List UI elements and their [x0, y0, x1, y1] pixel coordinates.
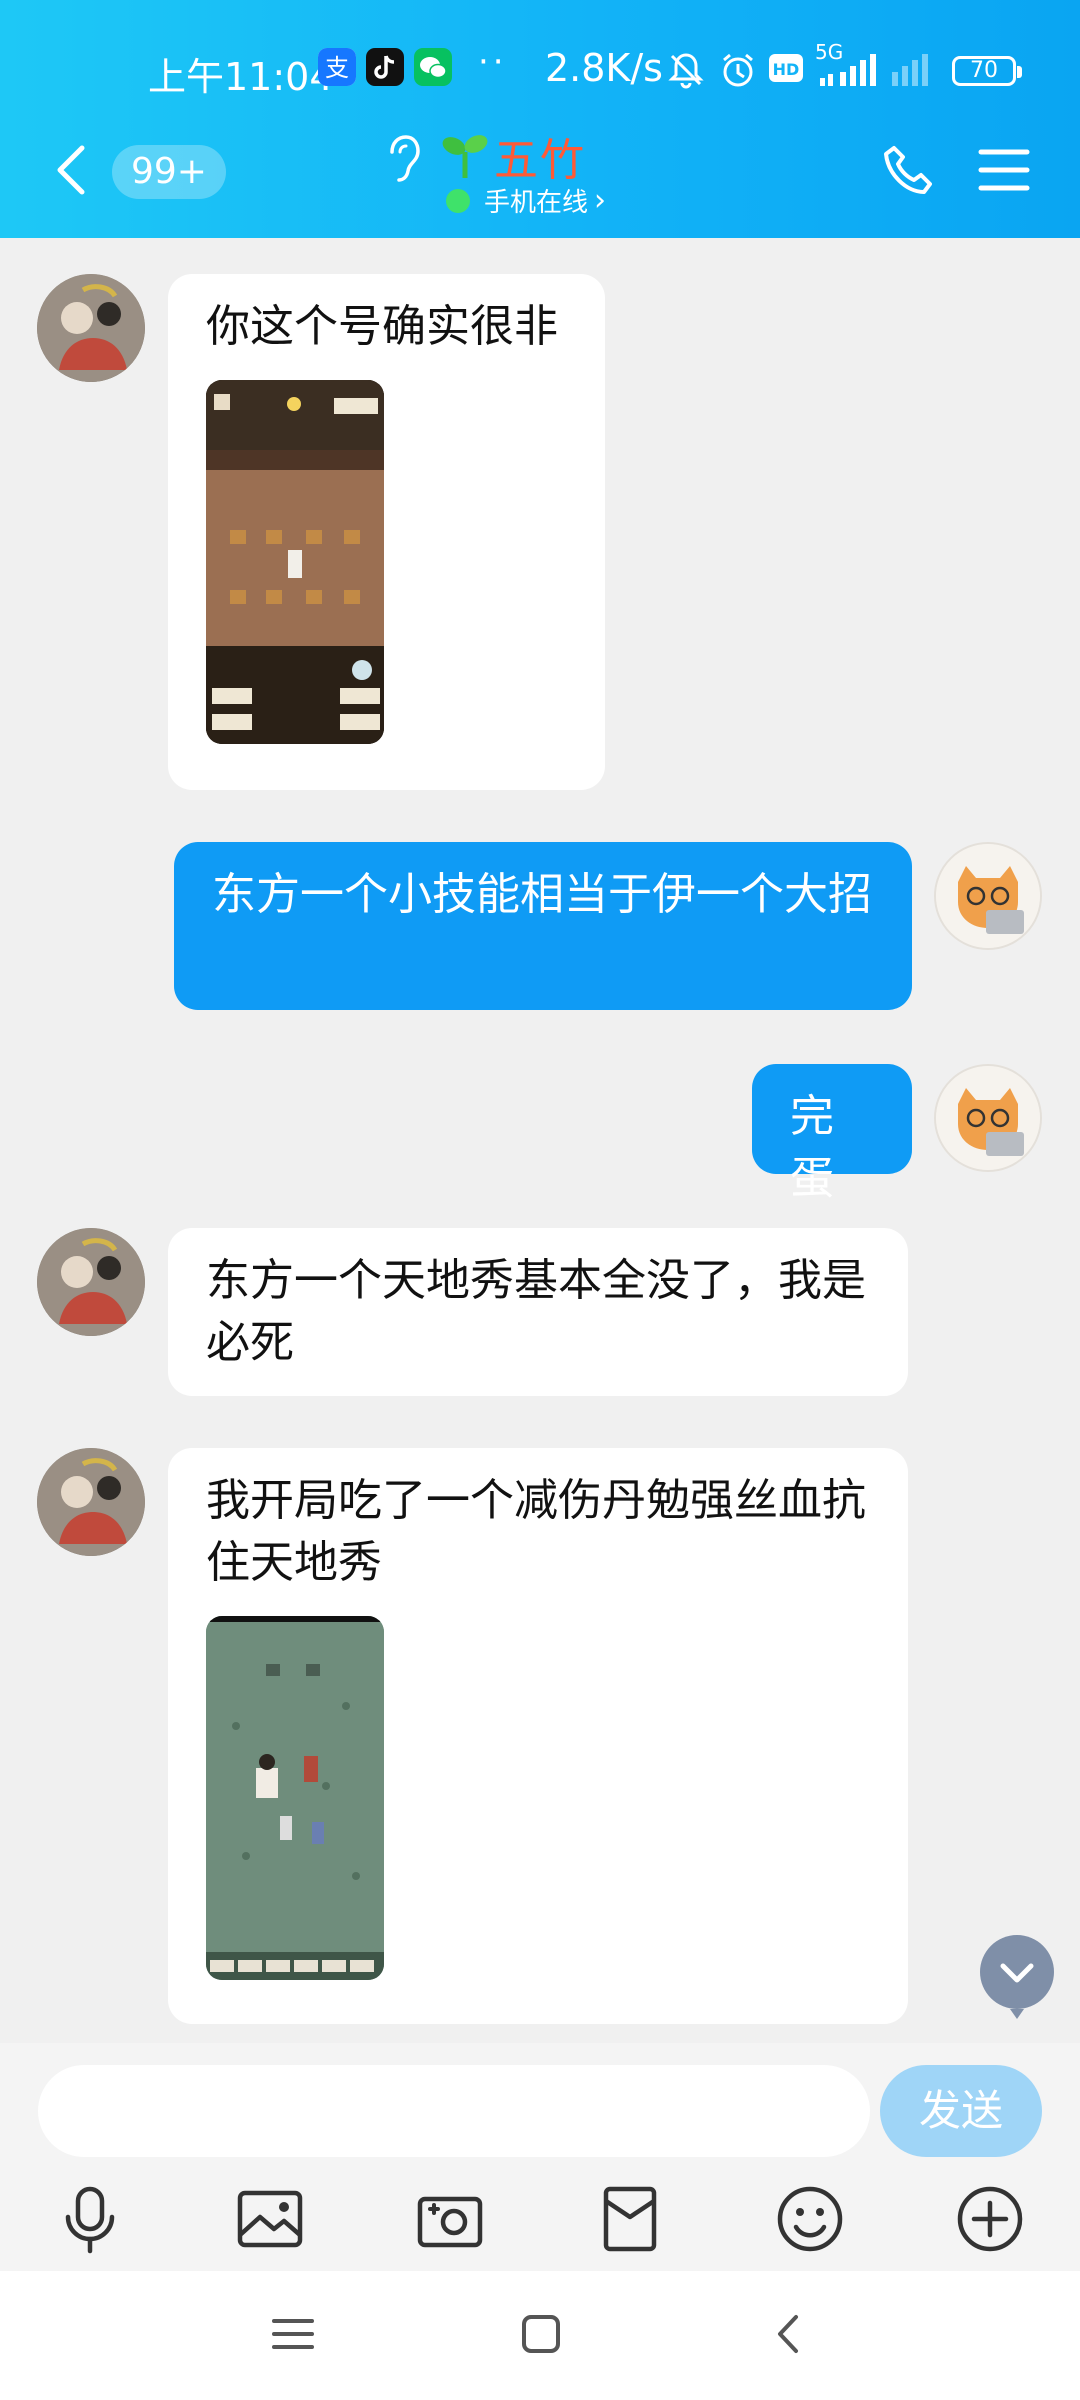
- message-image-game-field[interactable]: [206, 1616, 384, 1980]
- friend-avatar[interactable]: [37, 1448, 145, 1556]
- hd-icon: HD: [768, 50, 804, 95]
- menu-icon[interactable]: [978, 148, 1030, 196]
- recent-apps-icon[interactable]: [270, 2311, 316, 2361]
- voice-icon[interactable]: [54, 2183, 126, 2255]
- chevron-right-icon: ›: [594, 183, 607, 218]
- message-bubble-incoming[interactable]: 我开局吃了一个减伤丹勉强丝血抗住天地秀: [168, 1448, 908, 2024]
- message-bubble-outgoing[interactable]: 完蛋: [752, 1064, 912, 1204]
- svg-text:支: 支: [325, 54, 349, 82]
- emoji-icon[interactable]: [774, 2183, 846, 2255]
- nav-bar: 99+ 五竹 手机在线 ›: [0, 120, 1080, 220]
- system-navigation-bar: [0, 2271, 1080, 2400]
- message-input[interactable]: [38, 2065, 870, 2157]
- message-bubble-outgoing[interactable]: 东方一个小技能相当于伊一个大招: [174, 842, 912, 1010]
- message-image-game-classroom[interactable]: [206, 380, 384, 744]
- send-button[interactable]: 发送: [880, 2065, 1042, 2157]
- input-bar: 发送: [0, 2043, 1080, 2271]
- sprout-icon: [440, 130, 490, 184]
- alarm-icon: [718, 50, 758, 99]
- friend-avatar[interactable]: [37, 1228, 145, 1336]
- message-list[interactable]: 你这个号确实很非 东方一个小技能相当于伊一个大招 完蛋 东方一个天地秀基本全没了…: [0, 238, 1080, 2043]
- tiktok-icon: [366, 48, 404, 86]
- plus-icon[interactable]: [954, 2183, 1026, 2255]
- status-time: 上午11:04: [148, 55, 334, 99]
- message-text: 东方一个天地秀基本全没了，我是必死: [206, 1255, 866, 1368]
- signal-icon: [820, 50, 940, 99]
- online-status[interactable]: 手机在线 ›: [446, 182, 606, 219]
- message-bubble-incoming[interactable]: 东方一个天地秀基本全没了，我是必死: [168, 1228, 908, 1396]
- battery-icon: 70: [952, 56, 1022, 86]
- message-text: 你这个号确实很非: [206, 301, 558, 352]
- more-notifications: ··: [478, 42, 508, 82]
- photo-icon[interactable]: [234, 2183, 306, 2255]
- mute-bell-icon: [666, 50, 706, 99]
- alipay-icon: 支: [318, 48, 356, 86]
- chat-header: 上午11:04 支 ·· 2.8K/s HD 5G 70 99+ 五竹 手机在线…: [0, 0, 1080, 238]
- home-icon[interactable]: [518, 2311, 564, 2361]
- message-text: 东方一个小技能相当于伊一个大招: [212, 869, 872, 920]
- svg-text:HD: HD: [773, 60, 800, 79]
- ear-icon[interactable]: [382, 132, 422, 192]
- my-avatar[interactable]: [934, 1064, 1042, 1172]
- phone-call-icon[interactable]: [880, 142, 938, 204]
- net-speed: 2.8K/s: [545, 46, 663, 90]
- contact-name[interactable]: 五竹: [494, 124, 586, 188]
- wechat-icon: [414, 48, 452, 86]
- message-bubble-incoming[interactable]: 你这个号确实很非: [168, 274, 605, 790]
- my-avatar[interactable]: [934, 842, 1042, 950]
- message-text: 我开局吃了一个减伤丹勉强丝血抗住天地秀: [206, 1475, 866, 1588]
- online-status-label: 手机在线: [484, 188, 589, 218]
- unread-count-badge[interactable]: 99+: [112, 145, 226, 199]
- message-text: 完蛋: [790, 1091, 834, 1204]
- friend-avatar[interactable]: [37, 274, 145, 382]
- back-icon[interactable]: [52, 144, 92, 200]
- camera-icon[interactable]: [414, 2183, 486, 2255]
- online-dot-icon: [446, 188, 470, 213]
- scroll-to-bottom-button[interactable]: [980, 1935, 1054, 2019]
- system-back-icon[interactable]: [766, 2311, 812, 2361]
- status-bar: 上午11:04 支 ·· 2.8K/s HD 5G 70: [0, 40, 1080, 99]
- red-packet-icon[interactable]: [594, 2183, 666, 2255]
